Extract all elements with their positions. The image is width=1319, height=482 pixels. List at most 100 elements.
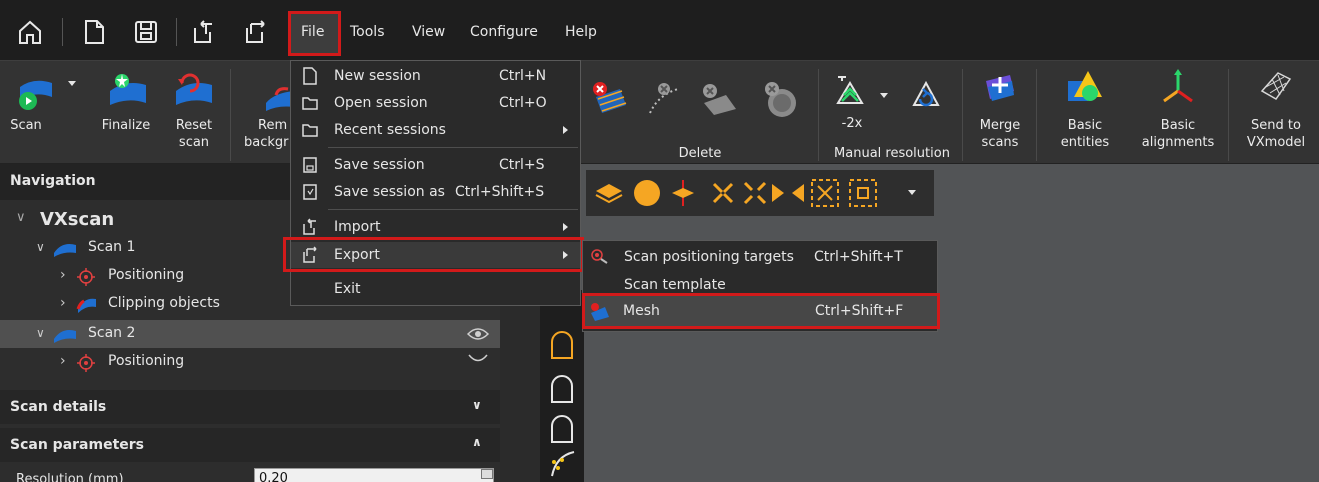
menu-item-shortcut: Ctrl+O — [499, 95, 547, 111]
export-icon[interactable] — [242, 18, 270, 46]
tree-item-label: Clipping objects — [108, 295, 220, 311]
merge-label-1: Merge — [979, 118, 1021, 133]
zoom-fit-icon[interactable] — [808, 176, 842, 210]
menu-help[interactable]: Help — [565, 24, 597, 40]
menu-configure[interactable]: Configure — [470, 24, 538, 40]
menu-item-exit[interactable]: Exit — [291, 276, 580, 302]
viewport-toolbar — [586, 170, 934, 216]
save-icon — [303, 157, 317, 173]
merge-label-2: scans — [981, 135, 1019, 150]
chevron-up-icon[interactable]: ∧ — [472, 435, 482, 449]
basic-alignments-icon — [1163, 69, 1193, 103]
chevron-down-icon[interactable]: ∨ — [472, 398, 482, 412]
resolution-spinbox[interactable]: 0.20 — [254, 468, 494, 482]
sphere-icon[interactable] — [632, 178, 662, 208]
spin-up-icon[interactable] — [481, 469, 493, 479]
menu-item-recent-sessions[interactable]: Recent sessions — [291, 117, 580, 143]
resolution-label: Resolution (mm) — [16, 472, 124, 482]
capsule-outline-icon[interactable] — [548, 412, 576, 446]
menu-tools[interactable]: Tools — [350, 24, 385, 40]
play-icon[interactable] — [770, 182, 786, 204]
ribbon-toolbar: Scan Finalize Reset scan Rem backgr Dele… — [0, 60, 1319, 164]
expand-icon[interactable] — [742, 180, 768, 206]
scan-dropdown-icon[interactable] — [68, 81, 76, 86]
menu-item-label: Scan positioning targets — [624, 249, 794, 265]
capsule-orange-icon[interactable] — [548, 328, 576, 362]
delete-points-icon[interactable] — [644, 79, 684, 119]
save-icon[interactable] — [132, 18, 160, 46]
new-file-icon[interactable] — [80, 18, 108, 46]
save-as-icon — [303, 184, 317, 200]
positioning-target-icon — [77, 268, 95, 286]
menu-item-save-session[interactable]: Save session Ctrl+S — [291, 152, 580, 178]
menu-item-label: New session — [334, 68, 421, 84]
menu-item-shortcut: Ctrl+S — [499, 157, 545, 173]
chevron-down-icon[interactable]: ∨ — [36, 326, 45, 340]
tree-item-label: Positioning — [108, 267, 185, 283]
basic-alignments-button[interactable]: Basic alignments — [1132, 61, 1224, 161]
chevron-right-icon[interactable]: › — [60, 353, 66, 369]
menu-item-label: Import — [334, 219, 381, 235]
basic-entities-button[interactable]: Basic entities — [1042, 61, 1128, 161]
resolution-decrease-icon[interactable] — [832, 73, 868, 109]
menu-file[interactable]: File — [288, 11, 341, 56]
delete-targets-icon[interactable] — [758, 79, 802, 119]
positioning-target-icon — [77, 354, 95, 372]
tree-item-label: Positioning — [108, 353, 185, 369]
navigation-title: Navigation — [10, 173, 96, 189]
viewport-toolbar-dropdown-icon[interactable] — [908, 190, 916, 195]
delete-mesh-icon[interactable] — [590, 79, 630, 119]
send-to-vxmodel-button[interactable]: Send to VXmodel — [1236, 61, 1316, 161]
menu-item-label: Save session — [334, 157, 425, 173]
menu-item-label: Save session as — [334, 184, 445, 200]
reset-scan-button[interactable]: Reset scan — [164, 61, 224, 161]
manual-resolution-label: Manual resolution — [834, 146, 950, 161]
zoom-selection-icon[interactable] — [846, 176, 880, 210]
tree-item-positioning-2[interactable]: › Positioning — [0, 348, 500, 376]
menu-item-new-session[interactable]: New session Ctrl+N — [291, 63, 580, 89]
menu-item-save-session-as[interactable]: Save session as Ctrl+Shift+S — [291, 179, 580, 205]
remove-background-button[interactable]: Rem backgr — [234, 61, 294, 161]
basic-entities-label-2: entities — [1060, 135, 1110, 150]
reset-scan-label-1: Reset — [175, 118, 213, 133]
capsule-white-icon[interactable] — [548, 372, 576, 406]
chevron-down-icon[interactable]: ∨ — [16, 210, 26, 225]
tree-item-scan-2[interactable]: ∨ Scan 2 — [0, 320, 500, 348]
menu-item-open-session[interactable]: Open session Ctrl+O — [291, 90, 580, 116]
delete-group-label: Delete — [678, 146, 722, 161]
rewind-icon[interactable] — [790, 182, 806, 204]
section-plane-icon[interactable] — [670, 178, 696, 208]
scan-button[interactable]: Scan — [8, 61, 86, 161]
finalize-button[interactable]: Finalize — [90, 61, 162, 161]
chevron-down-icon[interactable]: ∨ — [36, 240, 45, 254]
tree-item-label: Scan 2 — [88, 325, 136, 341]
scan-details-header[interactable]: Scan details ∨ — [0, 390, 500, 424]
resolution-reset-icon[interactable] — [908, 77, 944, 113]
merge-scans-button[interactable]: Merge scans — [968, 61, 1032, 161]
eye-icon[interactable] — [467, 327, 489, 341]
menu-item-shortcut: Ctrl+Shift+S — [455, 184, 545, 200]
scan-parameters-header[interactable]: Scan parameters ∧ — [0, 428, 500, 462]
curve-points-icon[interactable] — [548, 448, 576, 478]
mesh-icon — [591, 303, 609, 321]
tree-root-label: VXscan — [40, 209, 115, 230]
menu-item-label: Recent sessions — [334, 122, 446, 138]
delete-triangles-icon[interactable] — [696, 79, 740, 119]
menu-item-scan-positioning-targets[interactable]: Scan positioning targets Ctrl+Shift+T — [583, 243, 937, 271]
chevron-right-icon[interactable]: › — [60, 295, 66, 311]
layers-icon[interactable] — [594, 182, 624, 204]
import-icon — [303, 218, 316, 235]
import-icon[interactable] — [190, 18, 218, 46]
scan-label: Scan — [10, 118, 42, 133]
menu-item-label: Open session — [334, 95, 428, 111]
home-icon[interactable] — [16, 18, 44, 46]
eye-hidden-icon[interactable] — [467, 352, 489, 366]
shrink-icon[interactable] — [710, 180, 736, 206]
chevron-right-icon[interactable]: › — [60, 267, 66, 283]
send-to-label-1: Send to — [1251, 118, 1301, 133]
menu-file-label: File — [301, 24, 325, 40]
menu-view[interactable]: View — [412, 24, 445, 40]
new-session-icon — [303, 67, 317, 85]
resolution-dropdown-icon[interactable] — [880, 93, 888, 98]
menu-item-mesh[interactable]: Mesh Ctrl+Shift+F — [582, 293, 940, 329]
